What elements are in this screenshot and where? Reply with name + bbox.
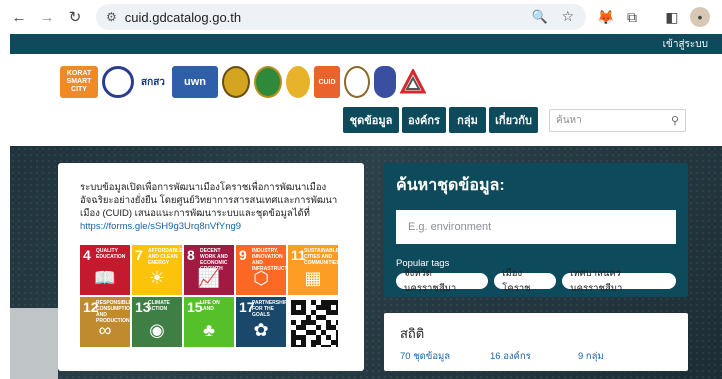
browser-chrome: ← → ↻ ⚙ cuid.gdcatalog.go.th 🔍 ☆ 🦊 ⧉ ◧ • xyxy=(0,0,722,34)
seal-logo-3 xyxy=(286,66,310,98)
emblem-logo xyxy=(344,66,370,98)
sdg-glyph-icon: ▦ xyxy=(304,268,322,288)
side-panel-icon[interactable]: ◧ xyxy=(662,7,682,27)
dataset-search-input[interactable]: E.g. environment xyxy=(396,210,676,244)
nav-groups[interactable]: กลุ่ม xyxy=(449,107,486,133)
triangle-logo xyxy=(400,66,426,98)
stat-groups[interactable]: 9 กลุ่ม xyxy=(578,349,604,364)
tag-nakhon-ratchasima-municipality[interactable]: เทศบาลนครนครราชสีมา xyxy=(562,268,676,294)
tag-nakhon-ratchasima-province[interactable]: จังหวัดนครราชสีมา xyxy=(396,268,489,294)
sdg-glyph-icon: ⬡ xyxy=(253,268,269,288)
sdg-glyph-icon: 📖 xyxy=(93,268,117,288)
back-arrow-icon[interactable]: ← xyxy=(8,6,30,28)
sdg-glyph-icon: ☀ xyxy=(148,268,166,288)
stat-datasets[interactable]: 70 ชุดข้อมูล xyxy=(400,349,490,364)
intro-text: ระบบข้อมูลเปิดเพื่อการพัฒนาเมืองโคราชเพื… xyxy=(80,182,338,219)
url-text: cuid.gdcatalog.go.th xyxy=(124,9,242,25)
header-search-placeholder: ค้นหา xyxy=(556,115,582,126)
nav-organizations[interactable]: องค์กร xyxy=(402,107,446,133)
sdg-grid: 4 QUALITY EDUCATION 📖 7 AFFORDABLE AND CLEAN… xyxy=(80,245,338,347)
seal-logo-2 xyxy=(254,66,282,98)
sdg-tile-17: 17PARTNERSHIPS FOR THE GOALS✿ xyxy=(236,297,286,347)
profile-avatar[interactable]: • xyxy=(690,7,710,27)
zoom-icon[interactable]: 🔍 xyxy=(532,9,548,25)
sdg-tile-8: 8 DECENT WORK AND ECONOMIC GROWTH 📈 xyxy=(184,245,234,295)
qr-code[interactable] xyxy=(288,297,338,347)
cuid-logo: CUID xyxy=(314,66,340,98)
sdg-title: LIFE ON LAND xyxy=(200,300,220,312)
extensions-puzzle-icon[interactable]: ⧉ xyxy=(622,7,642,27)
search-title: ค้นหาชุดข้อมูล: xyxy=(396,177,505,194)
seal-logo-1 xyxy=(222,66,250,98)
site-topbar: เข้าสู่ระบบ xyxy=(10,34,722,54)
dataset-search-card: ค้นหาชุดข้อมูล: E.g. environment Popular… xyxy=(384,163,688,297)
shield-logo xyxy=(374,66,396,98)
sdg-title: SUSTAINABLE CITIES AND COMMUNITIES xyxy=(304,248,338,266)
intro-card: ระบบข้อมูลเปิดเพื่อการพัฒนาเมืองโคราชเพื… xyxy=(58,163,364,371)
sdg-tile-13: 13 CLIMATE ACTION ◉ xyxy=(132,297,182,347)
sdg-title: PARTNERSHIPS FOR THE GOALS xyxy=(252,300,286,318)
nav-datasets[interactable]: ชุดข้อมูล xyxy=(343,107,399,133)
forward-arrow-icon[interactable]: → xyxy=(36,6,58,28)
header-search-input[interactable]: ค้นหา ⚲ xyxy=(549,109,686,132)
reload-icon[interactable]: ↻ xyxy=(64,6,86,28)
sdg-tile-4: 4 QUALITY EDUCATION 📖 xyxy=(80,245,130,295)
hero-overlay-block xyxy=(10,308,58,379)
metamask-extension-icon[interactable]: 🦊 xyxy=(596,7,616,27)
sdg-tile-15: 15 LIFE ON LAND ♣ xyxy=(184,297,234,347)
sdg-title: QUALITY EDUCATION xyxy=(96,248,126,260)
popular-tags: จังหวัดนครราชสีมา เมืองโคราช เทศบาลนครนค… xyxy=(396,268,676,294)
nrct-logo: uwn xyxy=(172,66,218,98)
partner-logos: KORAT SMART CITY สกสว uwn CUID xyxy=(60,64,426,100)
search-input-placeholder: E.g. environment xyxy=(408,221,492,233)
bookmark-star-icon[interactable]: ☆ xyxy=(561,8,574,25)
sdg-glyph-icon: 📈 xyxy=(197,268,221,288)
sdg-glyph-icon: ∞ xyxy=(98,320,112,340)
korat-smart-city-logo[interactable]: KORAT SMART CITY xyxy=(60,66,98,98)
feedback-form-link[interactable]: https://forms.gle/sSH9g3Urq8nVfYng9 xyxy=(80,221,342,232)
university-seal-logo xyxy=(102,66,134,98)
search-icon[interactable]: ⚲ xyxy=(671,114,679,127)
stats-card: สถิติ 70 ชุดข้อมูล 16 องค์กร 9 กลุ่ม xyxy=(384,313,688,371)
stat-organizations[interactable]: 16 องค์กร xyxy=(490,349,578,364)
sdg-glyph-icon: ✿ xyxy=(253,320,269,340)
sdg-glyph-icon: ♣ xyxy=(203,320,215,340)
sdg-tile-12: 12 RESPONSIBLE CONSUMPTION AND PRODUCTION… xyxy=(80,297,130,347)
stats-title: สถิติ xyxy=(400,326,425,341)
tsri-logo: สกสว xyxy=(138,66,168,98)
login-link[interactable]: เข้าสู่ระบบ xyxy=(663,37,708,52)
stats-row: 70 ชุดข้อมูล 16 องค์กร 9 กลุ่ม xyxy=(400,349,672,364)
site-info-icon[interactable]: ⚙ xyxy=(106,10,117,24)
sdg-glyph-icon: ◉ xyxy=(149,320,165,340)
sdg-tile-9: 9INDUSTRY, INNOVATION AND INFRASTRUCTURE… xyxy=(236,245,286,295)
tag-korat-city[interactable]: เมืองโคราช xyxy=(494,268,557,294)
sdg-tile-7: 7 AFFORDABLE AND CLEAN ENERGY ☀ xyxy=(132,245,182,295)
sdg-tile-11: 11 SUSTAINABLE CITIES AND COMMUNITIES ▦ xyxy=(288,245,338,295)
nav-about[interactable]: เกี่ยวกับ xyxy=(489,107,538,133)
sdg-title: CLIMATE ACTION xyxy=(148,300,170,312)
main-nav: ชุดข้อมูล องค์กร กลุ่ม เกี่ยวกับ xyxy=(343,107,538,133)
sdg-title: AFFORDABLE AND CLEAN ENERGY xyxy=(148,248,182,266)
address-bar[interactable]: ⚙ cuid.gdcatalog.go.th 🔍 ☆ xyxy=(96,4,586,30)
